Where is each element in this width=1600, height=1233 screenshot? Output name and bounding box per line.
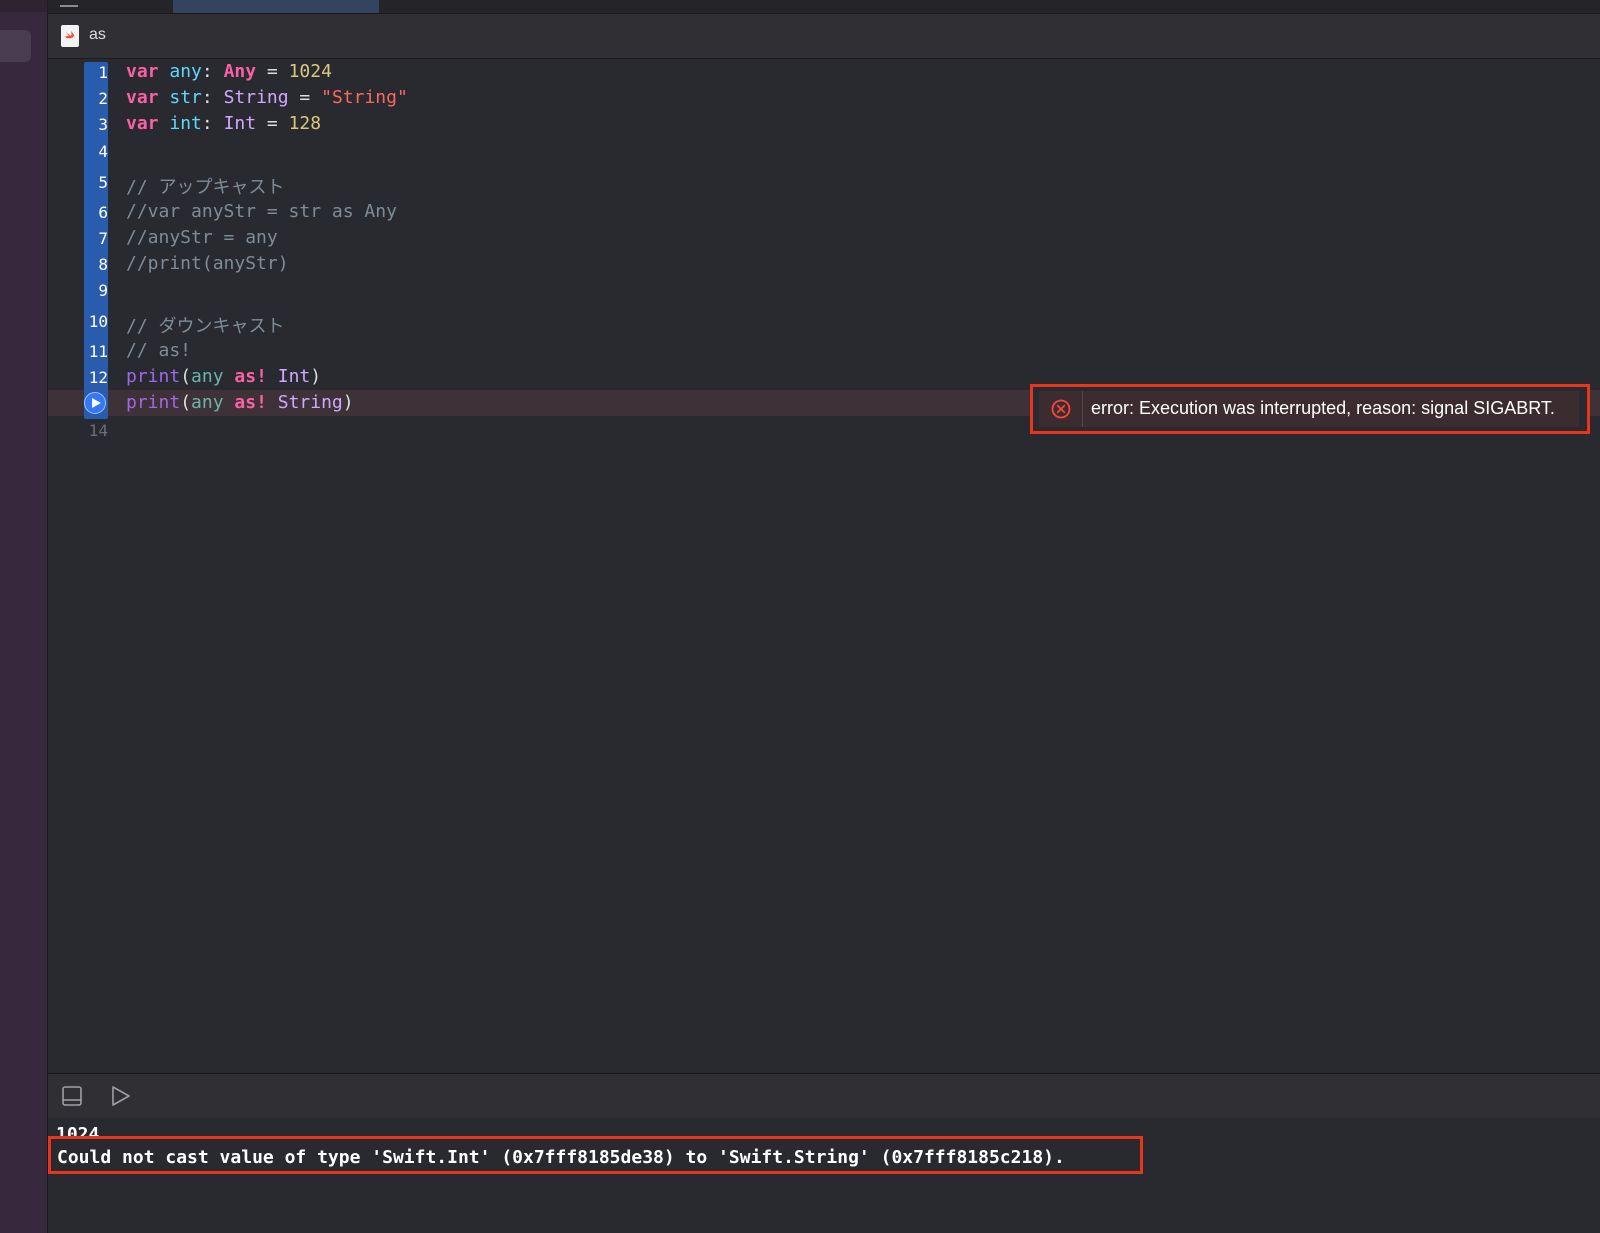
code-line-5[interactable]: // アップキャスト <box>126 173 285 199</box>
code-line-11[interactable]: // as! <box>126 340 191 361</box>
run-to-line-button[interactable] <box>84 392 106 414</box>
keyword: var <box>126 61 159 82</box>
line-number: 5 <box>98 173 108 192</box>
identifier: any <box>191 392 224 413</box>
code-line-8[interactable]: //print(anyStr) <box>126 253 289 274</box>
run-triangle-icon[interactable] <box>108 1084 132 1108</box>
line-number: 3 <box>98 115 108 134</box>
function-name: print <box>126 392 181 413</box>
string-literal: "String" <box>321 87 408 108</box>
punct <box>224 392 235 413</box>
punct: ) <box>310 366 322 387</box>
code-line-1[interactable]: var any: Any = 1024 <box>126 61 332 82</box>
line-number: 10 <box>88 312 108 331</box>
number-literal: 1024 <box>288 61 332 82</box>
line-number: 9 <box>98 281 108 300</box>
type-name: Int <box>223 113 257 134</box>
number-literal: 128 <box>288 113 322 134</box>
line-number: 4 <box>98 142 108 161</box>
punct: : <box>201 113 224 134</box>
line-number: 6 <box>98 203 108 222</box>
console-error-line: Could not cast value of type 'Swift.Int'… <box>57 1147 1065 1168</box>
punct: = <box>288 87 322 108</box>
keyword: as! <box>234 392 267 413</box>
file-name[interactable]: as <box>89 26 106 44</box>
identifier: int <box>169 113 202 134</box>
line-number: 12 <box>88 368 108 387</box>
code-editor[interactable]: 1 2 3 4 5 6 7 8 9 10 11 12 14 var any: A… <box>48 59 1600 1072</box>
inline-error-message[interactable]: error: Execution was interrupted, reason… <box>1039 391 1579 427</box>
type-name: String <box>223 87 289 108</box>
punct: ) <box>342 392 354 413</box>
navigator-sidebar <box>0 0 48 1233</box>
code-line-2[interactable]: var str: String = "String" <box>126 87 408 108</box>
line-number: 11 <box>88 342 108 361</box>
keyword: as! <box>234 366 267 387</box>
punct: ( <box>180 366 192 387</box>
code-line-12[interactable]: print(any as! Int) <box>126 366 321 387</box>
identifier: any <box>169 61 202 82</box>
function-name: print <box>126 366 181 387</box>
error-message: error: Execution was interrupted, reason… <box>1091 398 1555 418</box>
punct <box>224 366 235 387</box>
line-number: 7 <box>98 229 108 248</box>
code-line-13[interactable]: print(any as! String) <box>126 392 354 413</box>
error-icon <box>1051 399 1071 419</box>
type-name: Int <box>266 366 311 387</box>
tab-active[interactable] <box>173 0 379 13</box>
line-number: 14 <box>88 421 108 440</box>
identifier: any <box>191 366 224 387</box>
code-line-3[interactable]: var int: Int = 128 <box>126 113 321 134</box>
keyword: var <box>126 113 159 134</box>
line-number: 1 <box>98 63 108 82</box>
keyword: var <box>126 87 159 108</box>
console-output[interactable]: 1024 Could not cast value of type 'Swift… <box>48 1118 1600 1233</box>
sidebar-top-strip <box>0 0 47 12</box>
divider <box>1082 391 1083 427</box>
swift-file-icon <box>61 25 79 47</box>
error-annotation-highlight: error: Execution was interrupted, reason… <box>1030 384 1590 434</box>
line-number: 2 <box>98 89 108 108</box>
code-line-7[interactable]: //anyStr = any <box>126 227 278 248</box>
debug-toolbar <box>48 1073 1600 1119</box>
console-error-highlight: Could not cast value of type 'Swift.Int'… <box>48 1136 1143 1174</box>
type-name: String <box>266 392 343 413</box>
panel-toggle-icon[interactable] <box>60 1084 84 1108</box>
jump-bar: as <box>48 14 1600 59</box>
code-line-10[interactable]: // ダウンキャスト <box>126 312 285 338</box>
punct: ( <box>180 392 192 413</box>
punct: = <box>256 61 289 82</box>
punct: : <box>201 87 224 108</box>
grid-icon[interactable] <box>60 0 78 7</box>
line-number: 8 <box>98 255 108 274</box>
punct: = <box>256 113 289 134</box>
identifier: str <box>169 87 202 108</box>
tab-bar <box>48 0 1600 14</box>
punct: : <box>201 61 224 82</box>
code-line-6[interactable]: //var anyStr = str as Any <box>126 201 397 222</box>
type-name: Any <box>223 61 257 82</box>
sidebar-selected-item[interactable] <box>0 30 31 62</box>
